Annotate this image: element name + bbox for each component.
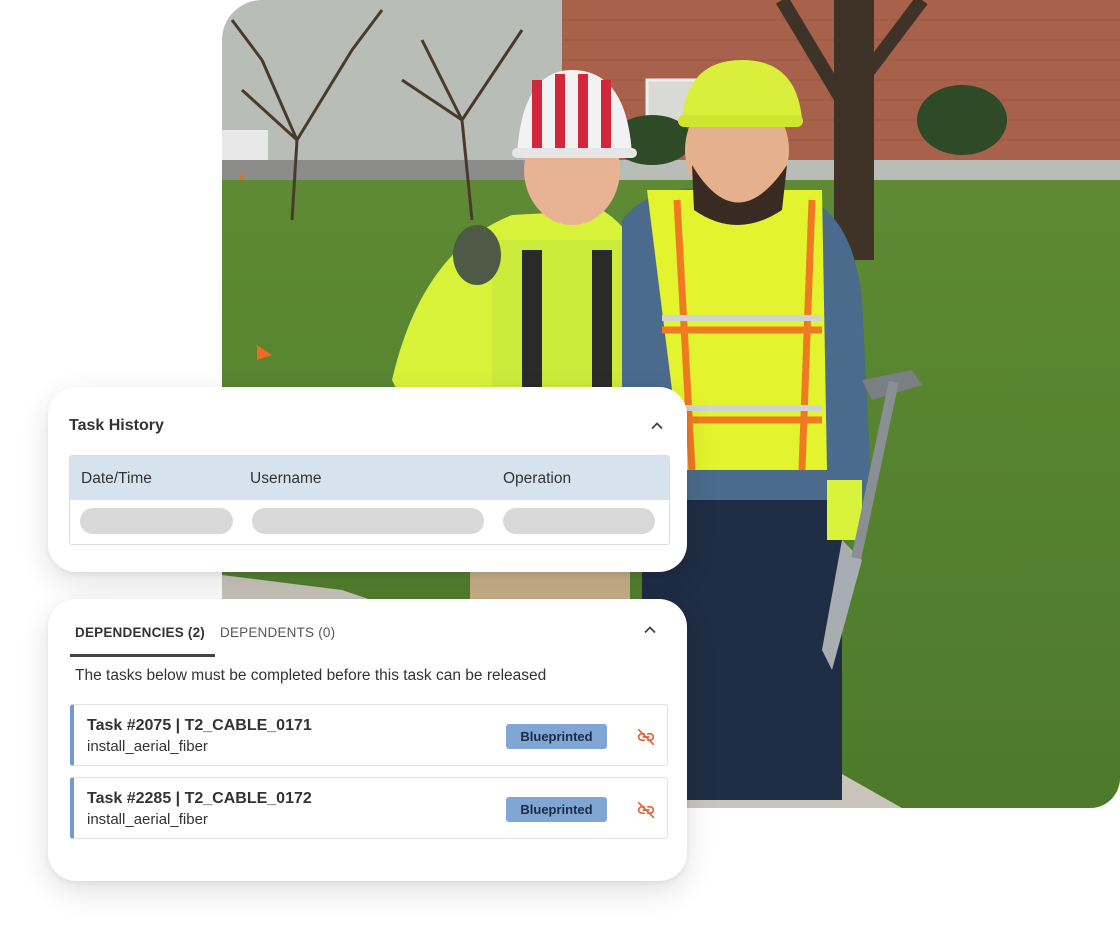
column-header-datetime: Date/Time	[81, 470, 152, 487]
loading-skeleton	[252, 508, 484, 534]
dependencies-card: DEPENDENCIES (2) DEPENDENTS (0) The task…	[48, 599, 687, 881]
unlink-icon[interactable]	[635, 799, 657, 821]
tab-dependents[interactable]: DEPENDENTS (0)	[220, 625, 335, 640]
dependency-item[interactable]: Task #2075 | T2_CABLE_0171 install_aeria…	[70, 704, 668, 766]
dependency-task-type: install_aerial_fiber	[87, 811, 208, 828]
task-history-card: Task History Date/Time Username Operatio…	[48, 387, 687, 572]
dependency-task-title: Task #2075 | T2_CABLE_0171	[87, 717, 312, 734]
column-header-operation: Operation	[503, 470, 572, 487]
dependency-item[interactable]: Task #2285 | T2_CABLE_0172 install_aeria…	[70, 777, 668, 839]
task-history-table: Date/Time Username Operation	[69, 455, 670, 545]
dependencies-description: The tasks below must be completed before…	[75, 667, 547, 684]
task-history-title: Task History	[69, 417, 164, 434]
dependency-task-type: install_aerial_fiber	[87, 738, 208, 755]
loading-skeleton	[80, 508, 233, 534]
active-tab-indicator	[70, 654, 215, 657]
table-header: Date/Time Username Operation	[70, 456, 669, 500]
chevron-up-icon[interactable]	[642, 622, 658, 638]
status-badge: Blueprinted	[506, 724, 607, 749]
chevron-up-icon[interactable]	[649, 418, 665, 434]
column-header-username: Username	[250, 470, 322, 487]
unlink-icon[interactable]	[635, 726, 657, 748]
status-badge: Blueprinted	[506, 797, 607, 822]
loading-skeleton	[503, 508, 655, 534]
dependency-task-title: Task #2285 | T2_CABLE_0172	[87, 790, 312, 807]
tab-dependencies[interactable]: DEPENDENCIES (2)	[75, 625, 205, 640]
